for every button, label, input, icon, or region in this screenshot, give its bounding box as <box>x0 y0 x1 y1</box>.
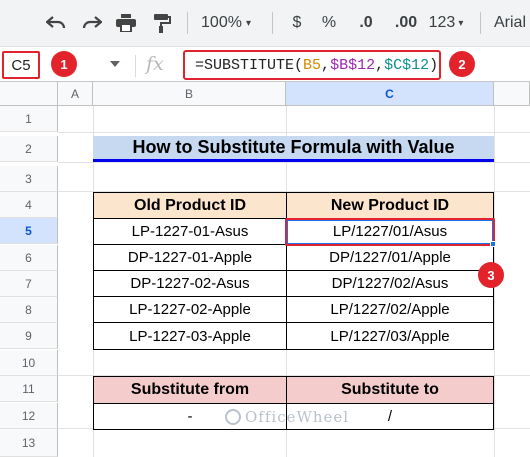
chevron-down-icon: ▾ <box>458 17 464 29</box>
sub-header-from[interactable]: Substitute from <box>93 376 287 404</box>
row-header-9[interactable]: 9 <box>0 323 58 349</box>
toolbar-divider <box>187 12 188 34</box>
step-badge-1: 1 <box>51 51 77 77</box>
formula-close-paren: ) <box>429 56 439 74</box>
watermark: OfficeWheel <box>225 408 349 426</box>
select-all-corner[interactable] <box>0 82 58 106</box>
cell-c9[interactable]: LP/1227/03/Apple <box>286 322 494 350</box>
formula-ref-b12: $B$12 <box>330 56 376 74</box>
column-header-d[interactable] <box>494 82 530 106</box>
formula-input[interactable]: =SUBSTITUTE(B5, $B$12, $C$12) <box>183 50 441 80</box>
cell-b8[interactable]: LP-1227-02-Apple <box>93 296 287 323</box>
row-header-2[interactable]: 2 <box>0 136 58 162</box>
column-header-a[interactable]: A <box>58 82 93 106</box>
paint-format-icon[interactable] <box>148 8 176 38</box>
cell-c5[interactable]: LP/1227/01/Asus <box>286 218 494 245</box>
table-header-old-id[interactable]: Old Product ID <box>93 192 287 219</box>
cell-c6[interactable]: DP/1227/01/Apple <box>286 244 494 271</box>
cell-b7[interactable]: DP-1227-02-Asus <box>93 270 287 297</box>
undo-icon[interactable] <box>42 8 70 38</box>
fill-handle[interactable] <box>490 241 496 247</box>
formula-ref-b5: B5 <box>303 56 322 74</box>
zoom-value: 100% <box>201 14 242 31</box>
row-header-10[interactable]: 10 <box>0 350 58 376</box>
column-header-c[interactable]: C <box>286 82 494 106</box>
redo-icon[interactable] <box>78 8 106 38</box>
cell-c7[interactable]: DP/1227/02/Asus <box>286 270 494 297</box>
name-box[interactable]: C5 <box>2 51 40 79</box>
row-header-1[interactable]: 1 <box>0 106 58 132</box>
cell-b6[interactable]: DP-1227-01-Apple <box>93 244 287 271</box>
row-header-11[interactable]: 11 <box>0 376 58 402</box>
watermark-text: OfficeWheel <box>245 408 350 426</box>
sheet-title: How to Substitute Formula with Value <box>93 136 494 162</box>
row-header-3[interactable]: 3 <box>0 166 58 192</box>
cell-c8[interactable]: LP/1227/02/Apple <box>286 296 494 323</box>
watermark-logo-icon <box>225 409 241 425</box>
currency-button[interactable]: $ <box>286 8 308 38</box>
cell-b9[interactable]: LP-1227-03-Apple <box>93 322 287 350</box>
toolbar: 100% ▾ $ % .0 .00 123 ▾ Arial <box>0 0 530 46</box>
row-header-8[interactable]: 8 <box>0 297 58 323</box>
decrease-decimal-label: .0 <box>359 14 373 31</box>
print-icon[interactable] <box>112 8 140 38</box>
formula-ref-c12: $C$12 <box>384 56 430 74</box>
zoom-select[interactable]: 100% ▾ <box>198 8 254 38</box>
formula-divider <box>135 55 136 77</box>
row-header-13[interactable]: 13 <box>0 429 58 457</box>
row-header-7[interactable]: 7 <box>0 271 58 297</box>
row-header-5[interactable]: 5 <box>0 218 58 244</box>
row-header-4[interactable]: 4 <box>0 192 58 218</box>
sub-header-to[interactable]: Substitute to <box>286 376 494 404</box>
row-header-6[interactable]: 6 <box>0 245 58 271</box>
table-header-new-id[interactable]: New Product ID <box>286 192 494 219</box>
fx-icon: fx <box>146 53 164 75</box>
gridline <box>58 162 530 163</box>
chevron-down-icon[interactable] <box>110 61 120 67</box>
increase-decimal-label: .00 <box>394 14 418 31</box>
column-header-b[interactable]: B <box>93 82 286 106</box>
formula-function: =SUBSTITUTE( <box>195 56 304 74</box>
percent-button[interactable]: % <box>318 8 340 38</box>
toolbar-divider <box>272 12 273 34</box>
toolbar-divider <box>480 12 481 34</box>
decrease-decimal-button[interactable]: .0 <box>351 8 381 38</box>
step-badge-2: 2 <box>449 51 475 77</box>
gridline <box>58 132 530 133</box>
formula-comma: , <box>321 56 331 74</box>
chevron-down-icon: ▾ <box>245 17 251 29</box>
formula-comma: , <box>375 56 385 74</box>
cell-b5[interactable]: LP-1227-01-Asus <box>93 218 287 245</box>
row-header-12[interactable]: 12 <box>0 403 58 429</box>
font-select[interactable]: Arial <box>494 8 530 38</box>
step-badge-3: 3 <box>478 262 504 288</box>
increase-decimal-button[interactable]: .00 <box>390 8 422 38</box>
number-format-select[interactable]: 123 ▾ <box>424 8 468 38</box>
number-format-label: 123 <box>428 14 456 31</box>
